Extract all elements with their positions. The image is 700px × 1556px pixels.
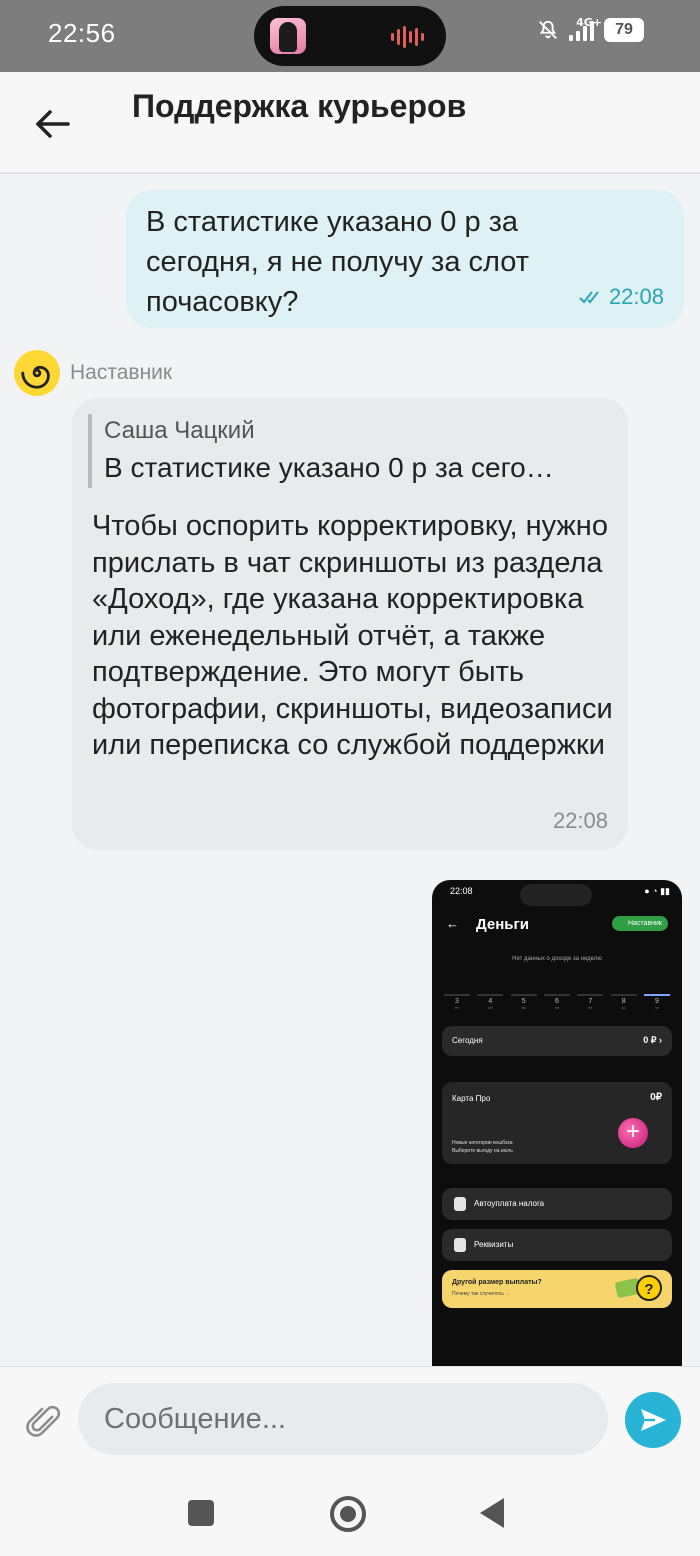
message-time: 22:08: [608, 284, 664, 309]
message-text: В статистике указано 0 р за сегодня, я н…: [146, 206, 530, 318]
image-document-icon: [454, 1197, 466, 1211]
image-promo-card: Другой размер выплаты? Почему так случил…: [442, 1270, 672, 1308]
back-arrow-icon[interactable]: [28, 102, 76, 146]
image-day-selected: 9 чт: [643, 994, 670, 1010]
message-meta: 22:08: [579, 284, 664, 310]
status-time: 22:56: [48, 18, 116, 48]
image-document-icon: [454, 1238, 466, 1252]
image-day: 7 вт: [577, 994, 604, 1010]
image-question-icon: ?: [636, 1275, 662, 1301]
image-today-card: Сегодня 0 ₽ ›: [442, 1026, 672, 1056]
image-no-data: Нет данных о доходе за неделю: [512, 956, 602, 962]
sender-name: Наставник: [70, 361, 173, 384]
reply-quote[interactable]: Саша Чацкий В статистике указано 0 р за …: [88, 414, 608, 488]
quote-text: В статистике указано 0 р за сего…: [104, 452, 554, 483]
send-button[interactable]: [625, 1392, 681, 1448]
image-message[interactable]: 22:08 ● ◔ ▮▮ ← Деньги Наставник Нет данн…: [432, 880, 682, 1367]
spiral-logo-icon: [21, 365, 50, 389]
image-status-icons: ● ◔ ▮▮: [644, 886, 670, 896]
message-composer: [0, 1366, 700, 1472]
system-nav-bar: [0, 1472, 700, 1556]
outgoing-message[interactable]: В статистике указано 0 р за сегодня, я н…: [126, 190, 684, 328]
home-button[interactable]: [330, 1496, 366, 1532]
image-title: Деньги: [476, 916, 529, 933]
image-back-arrow-icon: ←: [446, 916, 459, 931]
recents-button[interactable]: [188, 1500, 214, 1526]
battery-icon: 79: [604, 18, 644, 42]
status-bar: 22:56 4G+ 79: [0, 0, 700, 72]
image-day: 6 пн: [543, 994, 570, 1010]
message-time: 22:08: [552, 808, 608, 833]
image-card-pro: Карта Про 0₽ Новые категории кешбэка Выб…: [442, 1082, 672, 1164]
bell-muted-icon: [539, 20, 557, 39]
chat-header: Поддержка курьеров: [0, 72, 700, 174]
dynamic-island[interactable]: [254, 6, 446, 66]
image-card-orb-icon: [618, 1118, 648, 1148]
image-mentor-button: Наставник: [611, 916, 668, 931]
message-input[interactable]: [78, 1383, 608, 1455]
image-day: 8 ср: [610, 994, 637, 1010]
page-title: Поддержка курьеров: [132, 88, 467, 124]
back-button[interactable]: [480, 1498, 504, 1528]
status-icons: 79: [537, 18, 644, 42]
signal-icon: [569, 19, 594, 41]
paperclip-icon[interactable]: [24, 1403, 64, 1443]
send-icon: [641, 1409, 666, 1431]
image-status-time: 22:08: [450, 886, 473, 896]
quote-author: Саша Чацкий: [104, 417, 255, 444]
audio-wave-icon: [391, 26, 424, 48]
double-check-icon: [579, 291, 599, 304]
image-day: 4 сб: [477, 994, 504, 1010]
sender-header: Наставник: [14, 350, 172, 396]
incoming-message[interactable]: Саша Чацкий В статистике указано 0 р за …: [72, 398, 628, 850]
image-day: 5 вс: [510, 994, 537, 1010]
image-island: [520, 884, 592, 906]
image-tax-row: Автоуплата налога: [442, 1188, 672, 1220]
mentor-avatar[interactable]: [14, 350, 60, 396]
image-requisites-row: Реквизиты: [442, 1229, 672, 1261]
image-day-selector: 3 пт 4 сб 5 вс 6 пн 7 вт 8 ср 9 чт: [444, 994, 670, 1010]
media-avatar: [270, 18, 306, 54]
image-day: 3 пт: [444, 994, 470, 1010]
message-text: Чтобы оспорить корректировку, нужно прис…: [92, 510, 613, 761]
